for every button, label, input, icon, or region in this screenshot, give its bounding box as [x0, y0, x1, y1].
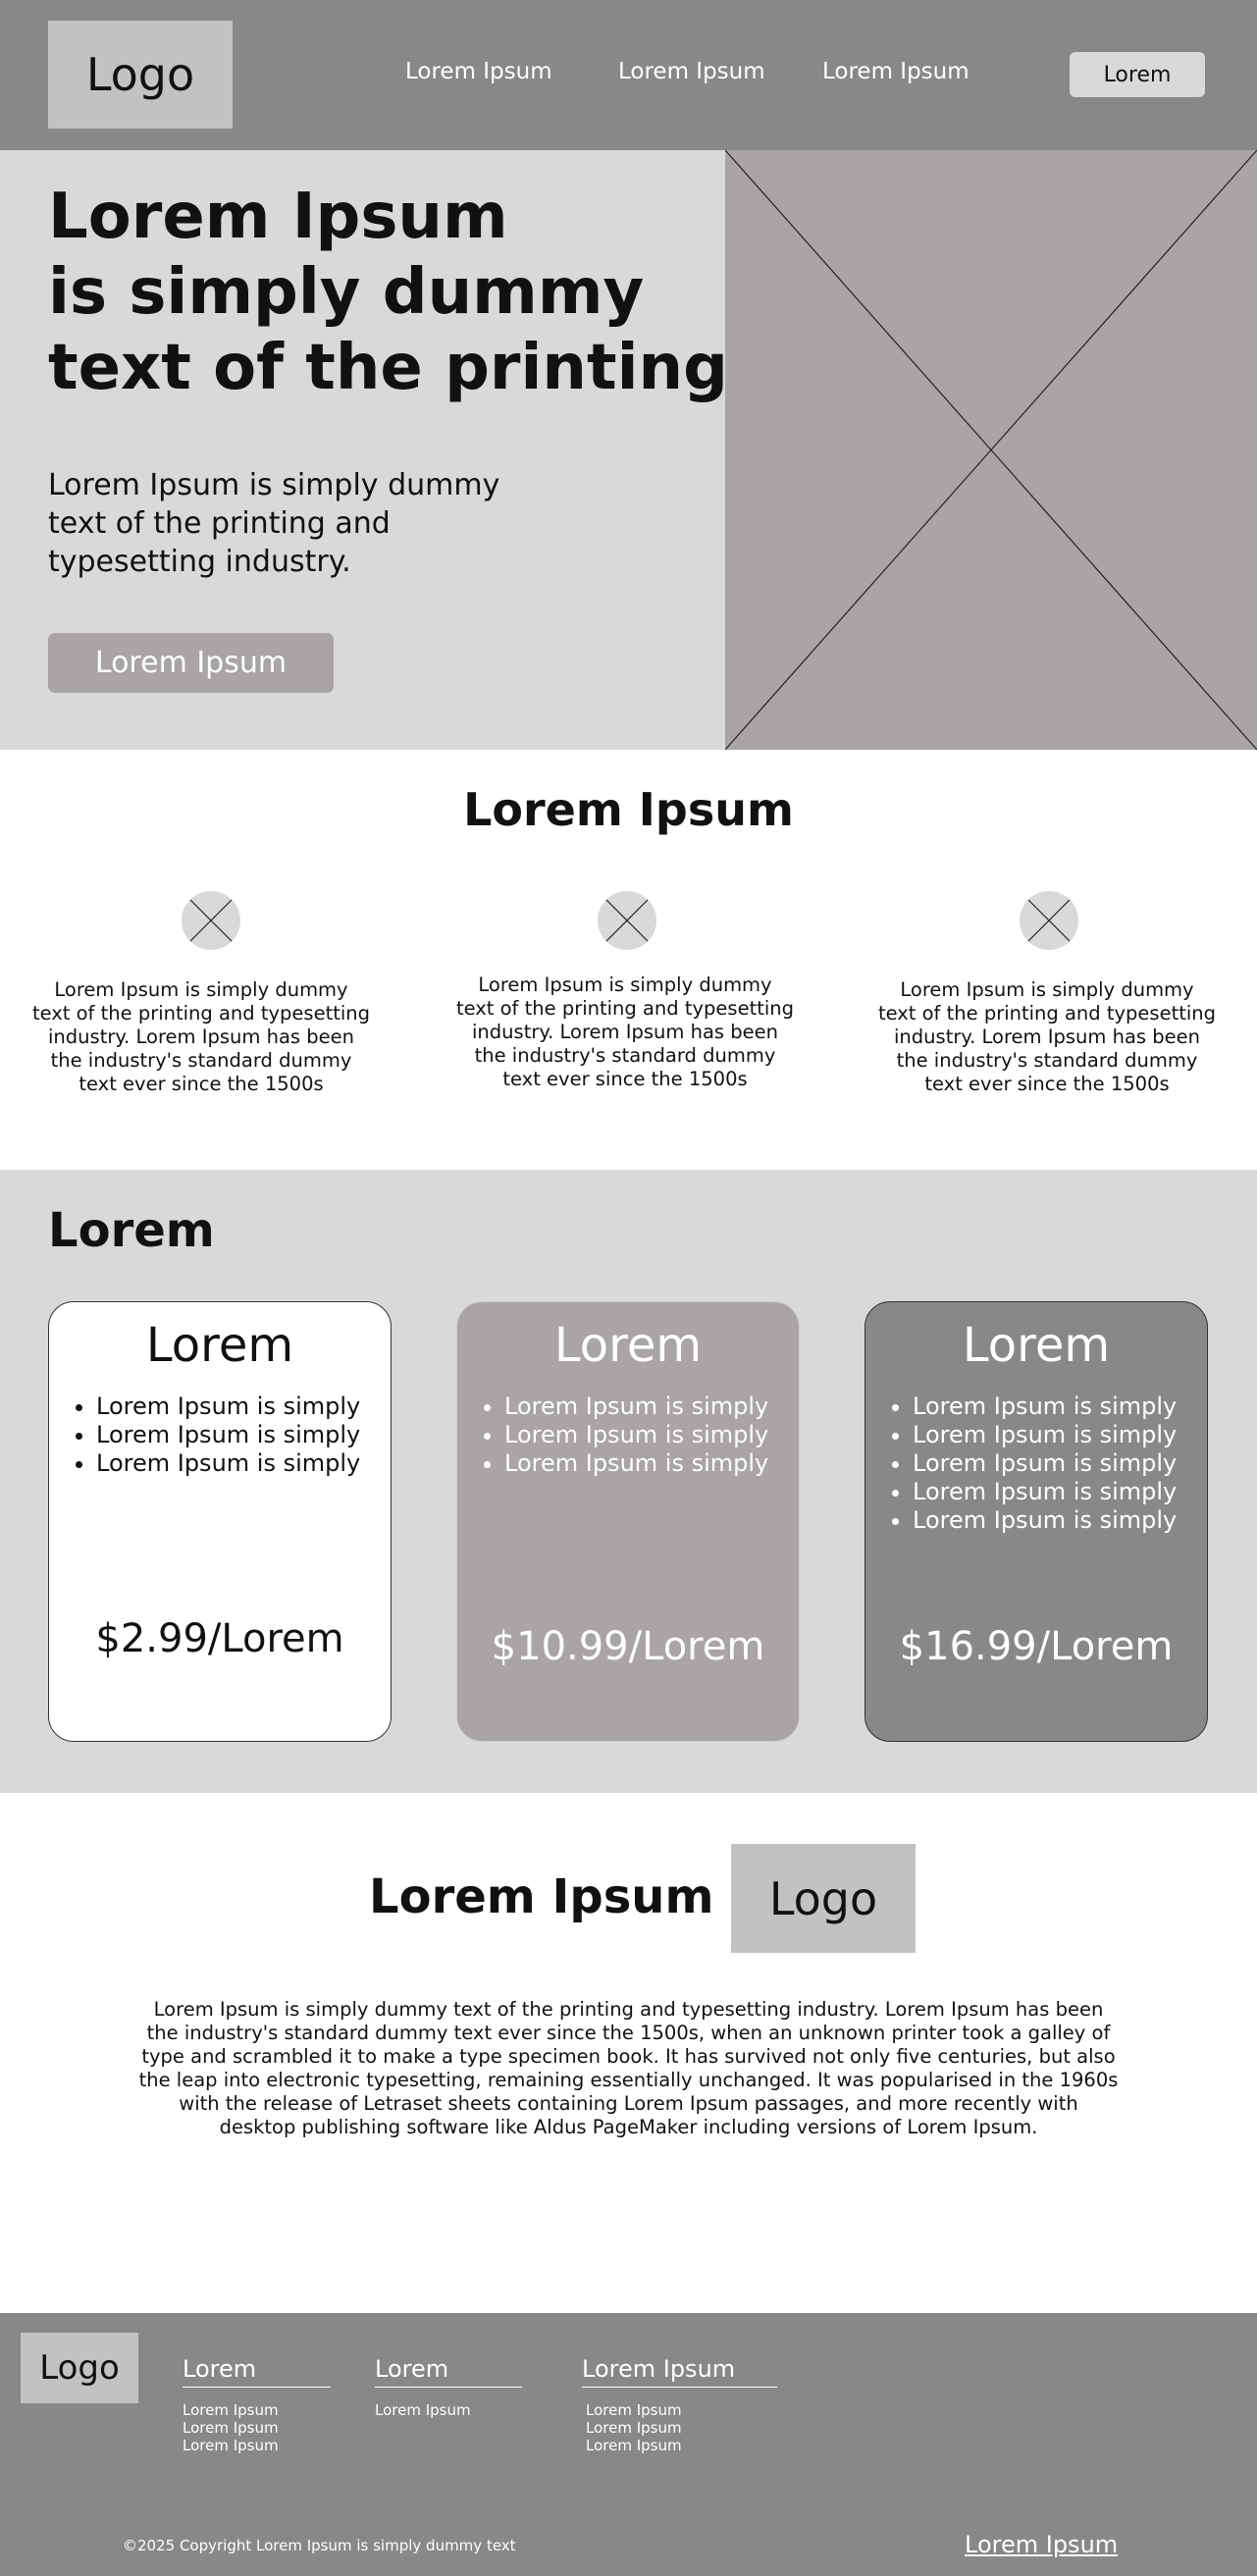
image-placeholder-icon	[598, 891, 656, 950]
copyright-text: ©2025 Copyright Lorem Ipsum is simply du…	[123, 2537, 516, 2554]
about-text: Lorem Ipsum is simply dummy text of the …	[0, 1998, 1257, 2139]
card-title: Lorem	[145, 1318, 294, 1373]
hero-cta-button[interactable]: Lorem Ipsum	[48, 633, 334, 693]
hero-title: Lorem Ipsum is simply dummy text of the …	[48, 180, 728, 406]
footer-logo[interactable]: Logo	[21, 2333, 138, 2403]
footer-column: Lorem Ipsum Lorem Ipsum Lorem Ipsum Lore…	[582, 2355, 777, 2454]
feature-line: text ever since the 1500s	[924, 1073, 1170, 1095]
card-feature-list: Lorem Ipsum is simply Lorem Ipsum is sim…	[913, 1393, 1177, 1535]
about-text-line: the industry's standard dummy text ever …	[146, 2022, 1111, 2044]
feature-line: text ever since the 1500s	[502, 1068, 748, 1090]
card-price: $10.99/Lorem	[491, 1624, 765, 1669]
card-title: Lorem	[553, 1318, 703, 1373]
about-text-line: with the release of Letraset sheets cont…	[179, 2092, 1078, 2115]
feature-item: Lorem Ipsum is simply dummy text of the …	[861, 978, 1233, 1096]
hero-subtitle-line: Lorem Ipsum is simply dummy	[48, 468, 500, 502]
about-text-line: desktop publishing software like Aldus P…	[219, 2116, 1038, 2138]
footer-link[interactable]: Lorem Ipsum	[183, 2419, 331, 2437]
footer-column-heading: Lorem	[183, 2355, 331, 2388]
card-price: $16.99/Lorem	[899, 1624, 1174, 1669]
about-text-line: Lorem Ipsum is simply dummy text of the …	[153, 1998, 1104, 2021]
nav-link-3[interactable]: Lorem Ipsum	[822, 59, 969, 84]
list-item: Lorem Ipsum is simply	[913, 1506, 1177, 1535]
pricing-section: Lorem Lorem Lorem Ipsum is simply Lorem …	[0, 1170, 1257, 1793]
list-item: Lorem Ipsum is simply	[504, 1393, 768, 1421]
features-title: Lorem Ipsum	[463, 783, 794, 836]
feature-line: industry. Lorem Ipsum has been	[894, 1025, 1200, 1048]
footer-bottom-link[interactable]: Lorem Ipsum	[965, 2531, 1118, 2558]
pricing-card-standard[interactable]: Lorem Lorem Ipsum is simply Lorem Ipsum …	[456, 1301, 800, 1742]
list-item: Lorem Ipsum is simply	[96, 1449, 360, 1478]
feature-line: text ever since the 1500s	[79, 1073, 324, 1095]
footer-link[interactable]: Lorem Ipsum	[183, 2437, 331, 2454]
nav-link-1[interactable]: Lorem Ipsum	[405, 59, 552, 84]
about-logo: Logo	[731, 1844, 916, 1953]
feature-text: Lorem Ipsum is simply dummy text of the …	[861, 978, 1233, 1096]
footer-column-heading: Lorem Ipsum	[582, 2355, 777, 2388]
card-feature-list: Lorem Ipsum is simply Lorem Ipsum is sim…	[504, 1393, 768, 1478]
site-footer: Logo Lorem Lorem Ipsum Lorem Ipsum Lorem…	[0, 2313, 1257, 2576]
feature-line: Lorem Ipsum is simply dummy	[900, 978, 1194, 1001]
feature-line: text of the printing and typesetting	[877, 1002, 1217, 1025]
footer-link[interactable]: Lorem Ipsum	[586, 2419, 777, 2437]
footer-column: Lorem Lorem Ipsum	[375, 2355, 522, 2419]
footer-link[interactable]: Lorem Ipsum	[183, 2401, 331, 2419]
card-price: $2.99/Lorem	[95, 1616, 344, 1661]
about-text-line: the leap into electronic typesetting, re…	[138, 2069, 1119, 2091]
list-item: Lorem Ipsum is simply	[913, 1478, 1177, 1506]
list-item: Lorem Ipsum is simply	[913, 1449, 1177, 1478]
card-title: Lorem	[962, 1318, 1111, 1373]
list-item: Lorem Ipsum is simply	[96, 1421, 360, 1449]
hero-title-line: text of the printing	[48, 332, 728, 404]
about-text-line: type and scrambled it to make a type spe…	[141, 2045, 1116, 2068]
feature-item: Lorem Ipsum is simply dummy text of the …	[15, 978, 388, 1096]
feature-line: text of the printing and typesetting	[455, 997, 795, 1020]
feature-line: industry. Lorem Ipsum has been	[472, 1021, 778, 1043]
hero-title-line: is simply dummy	[48, 256, 645, 329]
site-header: Logo Lorem Ipsum Lorem Ipsum Lorem Ipsum…	[0, 0, 1257, 150]
hero-title-line: Lorem Ipsum	[48, 181, 508, 253]
feature-line: Lorem Ipsum is simply dummy	[54, 978, 348, 1001]
image-placeholder-icon	[1020, 891, 1078, 950]
footer-link[interactable]: Lorem Ipsum	[375, 2401, 522, 2419]
list-item: Lorem Ipsum is simply	[96, 1393, 360, 1421]
pricing-title: Lorem	[48, 1203, 215, 1258]
hero-subtitle-line: text of the printing and	[48, 506, 391, 541]
pricing-card-basic[interactable]: Lorem Lorem Ipsum is simply Lorem Ipsum …	[48, 1301, 392, 1742]
header-logo[interactable]: Logo	[48, 21, 233, 129]
hero-subtitle-line: typesetting industry.	[48, 545, 351, 579]
footer-link[interactable]: Lorem Ipsum	[586, 2437, 777, 2454]
hero-section: Lorem Ipsum is simply dummy text of the …	[0, 150, 1257, 750]
card-feature-list: Lorem Ipsum is simply Lorem Ipsum is sim…	[96, 1393, 360, 1478]
feature-text: Lorem Ipsum is simply dummy text of the …	[439, 973, 812, 1091]
feature-line: Lorem Ipsum is simply dummy	[478, 973, 772, 996]
feature-line: the industry's standard dummy	[50, 1049, 352, 1072]
feature-text: Lorem Ipsum is simply dummy text of the …	[15, 978, 388, 1096]
list-item: Lorem Ipsum is simply	[504, 1421, 768, 1449]
list-item: Lorem Ipsum is simply	[913, 1393, 1177, 1421]
hero-subtitle: Lorem Ipsum is simply dummy text of the …	[48, 466, 499, 581]
feature-line: the industry's standard dummy	[896, 1049, 1198, 1072]
header-cta-button[interactable]: Lorem	[1070, 52, 1205, 97]
pricing-card-premium[interactable]: Lorem Lorem Ipsum is simply Lorem Ipsum …	[864, 1301, 1208, 1742]
footer-column-heading: Lorem	[375, 2355, 522, 2388]
nav-link-2[interactable]: Lorem Ipsum	[618, 59, 765, 84]
about-title: Lorem Ipsum	[369, 1869, 714, 1924]
image-placeholder-icon	[182, 891, 240, 950]
list-item: Lorem Ipsum is simply	[504, 1449, 768, 1478]
image-placeholder-icon	[725, 150, 1257, 750]
list-item: Lorem Ipsum is simply	[913, 1421, 1177, 1449]
feature-line: the industry's standard dummy	[474, 1044, 776, 1067]
footer-column: Lorem Lorem Ipsum Lorem Ipsum Lorem Ipsu…	[183, 2355, 331, 2454]
footer-link[interactable]: Lorem Ipsum	[586, 2401, 777, 2419]
feature-line: industry. Lorem Ipsum has been	[48, 1025, 354, 1048]
feature-item: Lorem Ipsum is simply dummy text of the …	[439, 973, 812, 1091]
feature-line: text of the printing and typesetting	[31, 1002, 371, 1025]
